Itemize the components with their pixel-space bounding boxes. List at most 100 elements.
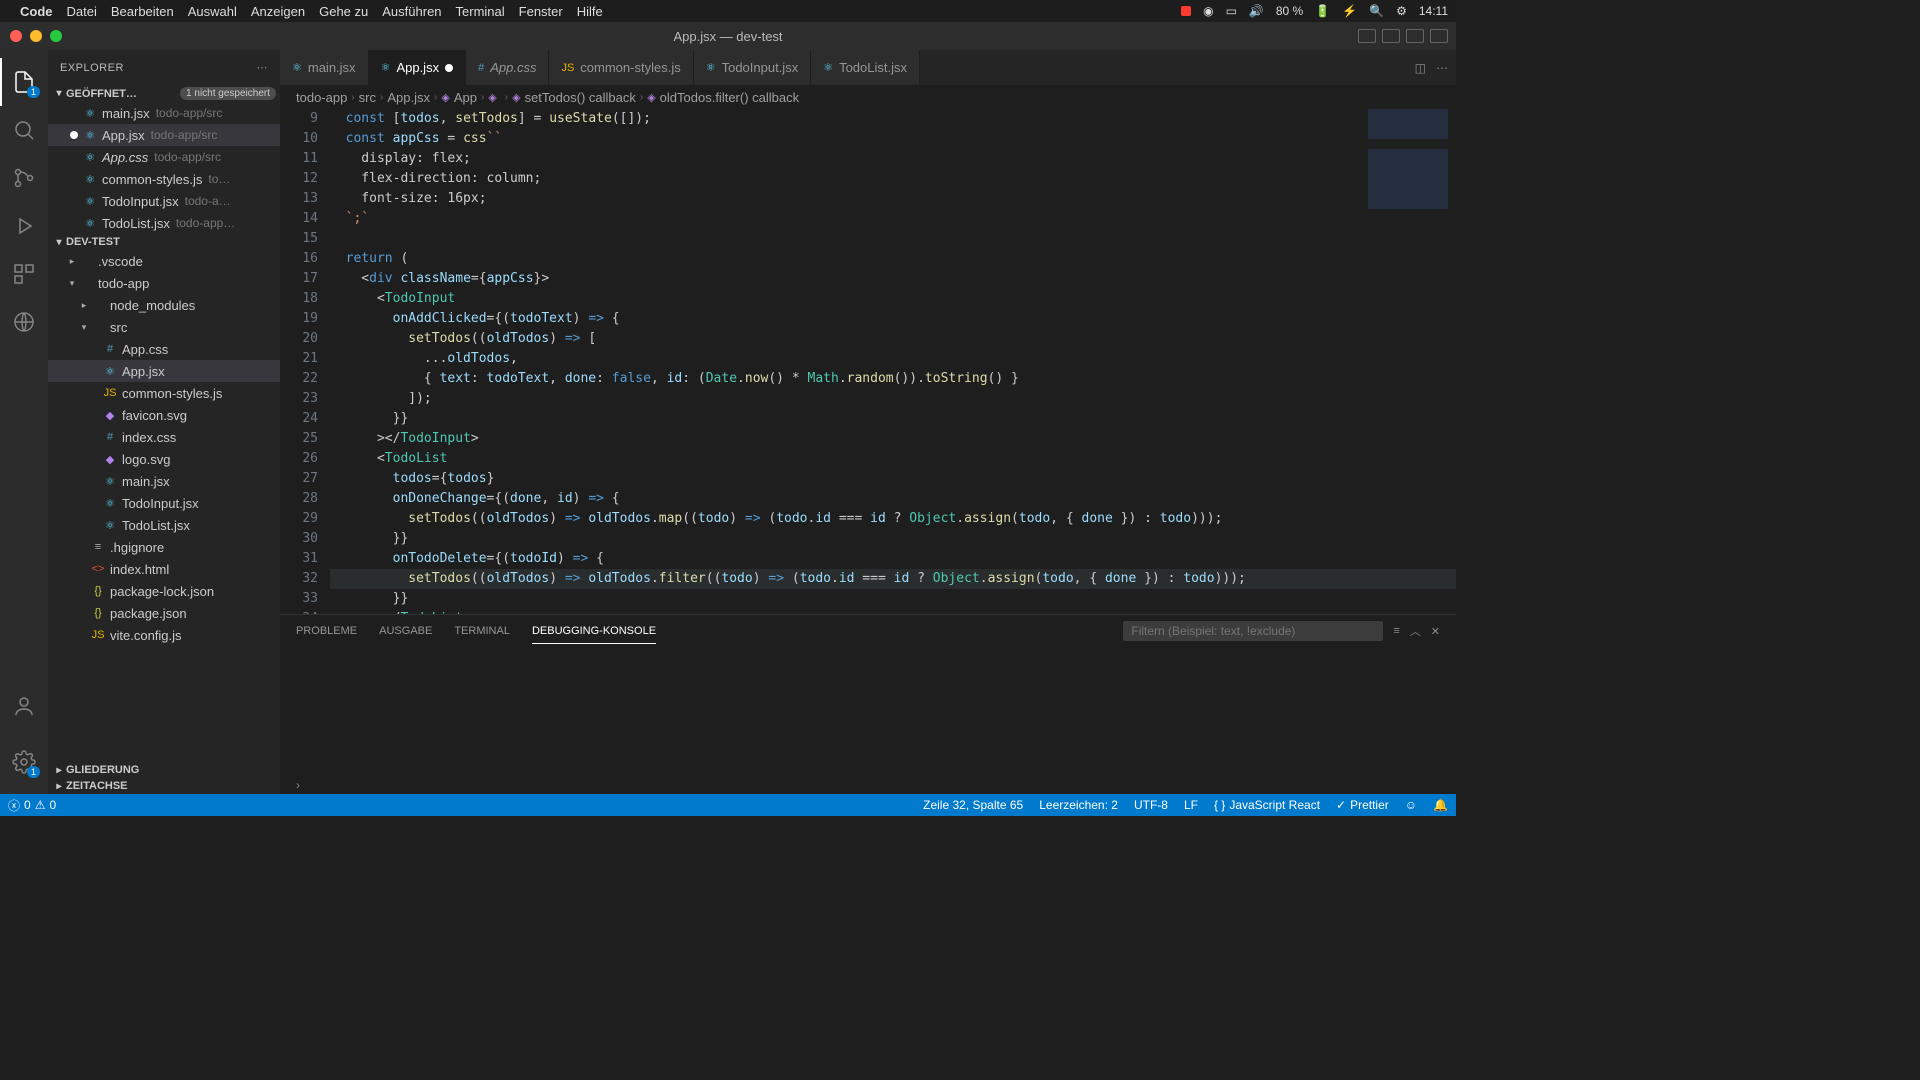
code-line[interactable]: setTodos((oldTodos) => [: [330, 329, 1456, 349]
breadcrumb-item[interactable]: ◈App: [441, 90, 477, 105]
status-icon[interactable]: ◉: [1203, 4, 1213, 18]
breadcrumbs[interactable]: todo-app›src›App.jsx›◈App›◈›◈setTodos() …: [280, 85, 1456, 109]
panel-tab[interactable]: DEBUGGING-KONSOLE: [532, 619, 656, 644]
chevron-up-icon[interactable]: ︿: [1410, 623, 1421, 639]
status-bell-icon[interactable]: 🔔: [1433, 798, 1448, 812]
debug-console-prompt[interactable]: ›: [280, 776, 1456, 794]
editor-tab[interactable]: ⚛TodoList.jsx: [811, 50, 920, 85]
close-icon[interactable]: [70, 109, 78, 117]
open-editors-header[interactable]: ▾ GEÖFFNET… 1 nicht gespeichert: [48, 85, 280, 102]
menu-app[interactable]: Code: [20, 4, 53, 19]
code-line[interactable]: }}: [330, 589, 1456, 609]
menu-run[interactable]: Ausführen: [382, 4, 441, 19]
open-editor-item[interactable]: ⚛ App.css todo-app/src: [48, 146, 280, 168]
tree-file[interactable]: ◆favicon.svg: [48, 404, 280, 426]
tree-folder[interactable]: ▸.vscode: [48, 250, 280, 272]
tree-file[interactable]: {}package-lock.json: [48, 580, 280, 602]
open-editor-item[interactable]: ⚛ App.jsx todo-app/src: [48, 124, 280, 146]
tree-file[interactable]: ≡.hgignore: [48, 536, 280, 558]
tree-file[interactable]: JSvite.config.js: [48, 624, 280, 646]
tree-folder[interactable]: ▾src: [48, 316, 280, 338]
code-line[interactable]: }}: [330, 529, 1456, 549]
close-icon[interactable]: [70, 175, 78, 183]
code-line[interactable]: onDoneChange={(done, id) => {: [330, 489, 1456, 509]
filter-settings-icon[interactable]: ≡: [1393, 625, 1399, 637]
code-line[interactable]: [330, 229, 1456, 249]
code-line[interactable]: todos={todos}: [330, 469, 1456, 489]
code-line[interactable]: { text: todoText, done: false, id: (Date…: [330, 369, 1456, 389]
activity-extensions[interactable]: [0, 250, 48, 298]
panel-tab[interactable]: AUSGABE: [379, 619, 432, 644]
close-icon[interactable]: [70, 197, 78, 205]
status-encoding[interactable]: UTF-8: [1134, 798, 1168, 812]
menu-terminal[interactable]: Terminal: [456, 4, 505, 19]
code-line[interactable]: ></TodoList>: [330, 609, 1456, 614]
window-minimize-button[interactable]: [30, 30, 42, 42]
minimap[interactable]: [1368, 109, 1448, 209]
toggle-primary-sidebar-icon[interactable]: [1358, 29, 1376, 43]
tree-file[interactable]: ⚛TodoInput.jsx: [48, 492, 280, 514]
clock[interactable]: 14:11: [1419, 4, 1448, 18]
tree-folder[interactable]: ▸node_modules: [48, 294, 280, 316]
code-line[interactable]: }}: [330, 409, 1456, 429]
breadcrumb-item[interactable]: ◈setTodos() callback: [512, 90, 636, 105]
status-errors[interactable]: ⓧ 0 ⚠ 0: [8, 797, 56, 814]
outline-header[interactable]: ▸ GLIEDERUNG: [48, 762, 280, 778]
editor-tab[interactable]: ⚛main.jsx: [280, 50, 369, 85]
code-line[interactable]: onAddClicked={(todoText) => {: [330, 309, 1456, 329]
control-center-icon[interactable]: ⚙: [1396, 4, 1407, 18]
editor-tab[interactable]: #App.css: [466, 50, 549, 85]
menu-edit[interactable]: Bearbeiten: [111, 4, 174, 19]
status-eol[interactable]: LF: [1184, 798, 1198, 812]
window-close-button[interactable]: [10, 30, 22, 42]
status-cursor[interactable]: Zeile 32, Spalte 65: [923, 798, 1023, 812]
tree-file[interactable]: ◆logo.svg: [48, 448, 280, 470]
debug-filter-input[interactable]: [1123, 621, 1383, 641]
code-line[interactable]: font-size: 16px;: [330, 189, 1456, 209]
code-line[interactable]: return (: [330, 249, 1456, 269]
sidebar-more-icon[interactable]: ⋯: [257, 61, 269, 74]
status-prettier[interactable]: ✓ Prettier: [1336, 798, 1389, 812]
tree-file[interactable]: {}package.json: [48, 602, 280, 624]
split-editor-icon[interactable]: ◫: [1415, 61, 1426, 75]
breadcrumb-item[interactable]: todo-app: [296, 90, 347, 105]
volume-icon[interactable]: 🔊: [1249, 4, 1264, 18]
panel-tab[interactable]: PROBLEME: [296, 619, 357, 644]
status-feedback-icon[interactable]: ☺: [1405, 798, 1417, 812]
open-editor-item[interactable]: ⚛ common-styles.js to…: [48, 168, 280, 190]
battery-text[interactable]: 80 %: [1276, 4, 1303, 18]
close-icon[interactable]: [70, 153, 78, 161]
code-line[interactable]: <TodoInput: [330, 289, 1456, 309]
debug-console-output[interactable]: [280, 647, 1456, 776]
screen-icon[interactable]: ▭: [1226, 4, 1237, 18]
workspace-header[interactable]: ▾ DEV-TEST: [48, 234, 280, 250]
tree-file[interactable]: <>index.html: [48, 558, 280, 580]
activity-remote[interactable]: [0, 298, 48, 346]
toggle-panel-icon[interactable]: [1382, 29, 1400, 43]
toggle-secondary-sidebar-icon[interactable]: [1406, 29, 1424, 43]
activity-source-control[interactable]: [0, 154, 48, 202]
menu-selection[interactable]: Auswahl: [188, 4, 237, 19]
modified-dot-icon[interactable]: [70, 131, 78, 139]
breadcrumb-item[interactable]: src: [359, 90, 376, 105]
code-line[interactable]: ...oldTodos,: [330, 349, 1456, 369]
code-line[interactable]: ></TodoInput>: [330, 429, 1456, 449]
breadcrumb-item[interactable]: ◈: [488, 91, 500, 104]
recording-icon[interactable]: [1181, 6, 1191, 16]
code-line[interactable]: setTodos((oldTodos) => oldTodos.filter((…: [330, 569, 1456, 589]
close-icon[interactable]: [70, 219, 78, 227]
tree-file[interactable]: JScommon-styles.js: [48, 382, 280, 404]
timeline-header[interactable]: ▸ ZEITACHSE: [48, 778, 280, 794]
code-line[interactable]: <TodoList: [330, 449, 1456, 469]
code-line[interactable]: setTodos((oldTodos) => oldTodos.map((tod…: [330, 509, 1456, 529]
editor-tab[interactable]: ⚛TodoInput.jsx: [694, 50, 811, 85]
menu-help[interactable]: Hilfe: [577, 4, 603, 19]
tree-file[interactable]: ⚛main.jsx: [48, 470, 280, 492]
customize-layout-icon[interactable]: [1430, 29, 1448, 43]
open-editor-item[interactable]: ⚛ TodoInput.jsx todo-a…: [48, 190, 280, 212]
search-icon[interactable]: 🔍: [1369, 4, 1384, 18]
editor-more-icon[interactable]: ⋯: [1436, 61, 1448, 75]
tree-file[interactable]: #index.css: [48, 426, 280, 448]
menu-file[interactable]: Datei: [67, 4, 97, 19]
activity-explorer[interactable]: 1: [0, 58, 48, 106]
